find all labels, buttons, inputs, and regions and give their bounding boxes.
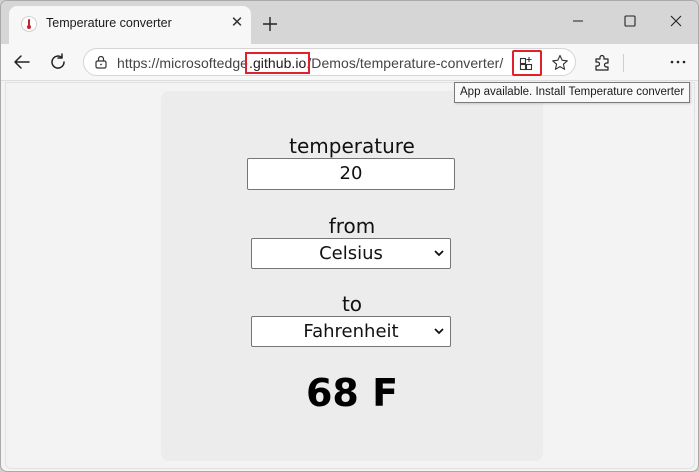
- tab-title: Temperature converter: [46, 16, 172, 30]
- minimize-icon[interactable]: [568, 11, 588, 31]
- puzzle-icon[interactable]: [591, 51, 613, 73]
- star-icon[interactable]: [550, 53, 570, 73]
- temperature-label: temperature: [289, 134, 415, 158]
- url-path: /Demos/temperature-converter/: [307, 55, 504, 71]
- url-text[interactable]: https://microsoftedge.github.io/Demos/te…: [117, 52, 504, 74]
- tab-strip: Temperature converter ✕: [1, 1, 698, 44]
- close-icon[interactable]: ✕: [229, 15, 245, 31]
- more-icon[interactable]: [667, 51, 689, 73]
- to-select[interactable]: Fahrenheit: [251, 316, 451, 347]
- to-label: to: [341, 292, 363, 316]
- url-prefix: https://microsoftedge: [117, 55, 249, 71]
- thermometer-icon: [21, 16, 37, 32]
- url-domain-highlight: .github.io: [244, 52, 311, 74]
- toolbar: https://microsoftedge.github.io/Demos/te…: [1, 44, 698, 81]
- plus-icon[interactable]: [259, 13, 281, 35]
- chevron-down-icon: [434, 328, 444, 335]
- app-install-icon: [519, 57, 533, 71]
- toolbar-divider: [623, 54, 624, 72]
- chevron-down-icon: [434, 250, 444, 257]
- from-select-value: Celsius: [319, 243, 383, 264]
- browser-window: Temperature converter ✕ https://microsof…: [0, 0, 699, 472]
- to-select-value: Fahrenheit: [303, 321, 399, 342]
- temperature-input[interactable]: 20: [247, 158, 455, 190]
- app-available-tooltip: App available. Install Temperature conve…: [454, 82, 691, 103]
- converter-card: temperature 20 from Celsius to Fahrenhei…: [161, 91, 543, 461]
- app-available-button[interactable]: [512, 50, 542, 76]
- address-bar[interactable]: https://microsoftedge.github.io/Demos/te…: [83, 48, 576, 76]
- from-label: from: [328, 214, 376, 238]
- conversion-result: 68 F: [305, 371, 399, 415]
- lock-icon[interactable]: [93, 54, 109, 70]
- from-select[interactable]: Celsius: [251, 238, 451, 269]
- tab-temperature-converter[interactable]: Temperature converter ✕: [9, 6, 251, 44]
- window-close-icon[interactable]: [666, 11, 686, 31]
- maximize-icon[interactable]: [620, 11, 640, 31]
- refresh-icon[interactable]: [47, 51, 69, 73]
- page-content: temperature 20 from Celsius to Fahrenhei…: [5, 82, 695, 469]
- back-arrow-icon[interactable]: [11, 51, 33, 73]
